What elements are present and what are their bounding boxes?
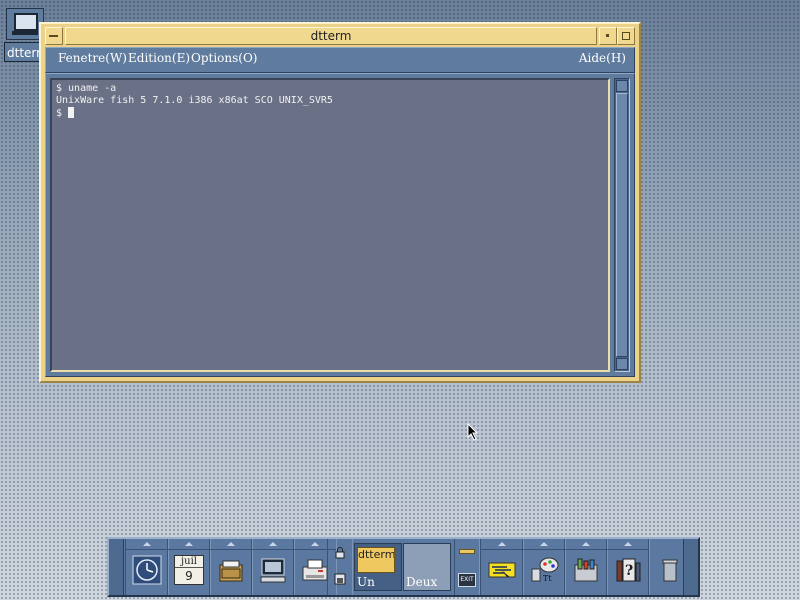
calendar-icon[interactable]: juil 9: [174, 555, 204, 585]
mailer-slot[interactable]: [480, 539, 524, 595]
terminal-area[interactable]: $ uname -a UnixWare fish 5 7.1.0 i386 x86…: [50, 78, 610, 372]
computer-icon[interactable]: [258, 555, 288, 585]
minimize-button[interactable]: [599, 27, 617, 45]
workspace-button-deux[interactable]: Deux: [403, 543, 451, 591]
mail-icon[interactable]: [487, 555, 517, 585]
trash-can-icon[interactable]: [655, 555, 685, 585]
menu-bar: Fenetre(W) Edition(E) Options(O) Aide(H): [45, 47, 635, 73]
application-manager-icon[interactable]: [571, 555, 601, 585]
svg-text:Tt: Tt: [543, 574, 552, 583]
lock-exit-slot: [327, 539, 353, 595]
lock-icon[interactable]: [334, 547, 346, 559]
terminal-frame: $ uname -a UnixWare fish 5 7.1.0 i386 x86…: [45, 73, 635, 377]
workspace-thumbnail: dtterm: [357, 547, 395, 573]
terminal-prompt-line: $: [56, 107, 604, 120]
file-cabinet-icon[interactable]: [216, 555, 246, 585]
svg-text:?: ?: [625, 563, 633, 579]
help-icon[interactable]: ?: [613, 555, 643, 585]
clock-slot[interactable]: [125, 539, 169, 595]
terminal-prompt: $: [56, 108, 69, 119]
desktop-icon-dtterm[interactable]: dtterm: [4, 8, 44, 62]
trash-slot[interactable]: [648, 539, 688, 595]
menu-options[interactable]: Options(O): [191, 51, 258, 65]
calendar-slot[interactable]: juil 9: [167, 539, 211, 595]
panel-move-handle-right[interactable]: [683, 539, 698, 595]
panel-move-handle-left[interactable]: [109, 539, 124, 595]
window-menu-button[interactable]: [45, 27, 63, 45]
printer-icon[interactable]: [300, 555, 330, 585]
text-cursor: [68, 107, 75, 118]
workspace-label: Deux: [406, 575, 438, 589]
exit-button[interactable]: EXIT: [458, 573, 476, 587]
app-manager-slot[interactable]: [564, 539, 608, 595]
terminal-line: $ uname -a: [56, 83, 117, 94]
dtterm-window: dtterm Fenetre(W) Edition(E) Options(O) …: [39, 22, 641, 383]
mouse-pointer-icon: [467, 423, 479, 441]
front-panel: juil 9 dtterm Un Deux EXIT Tt ?: [107, 537, 700, 597]
terminal-line: UnixWare fish 5 7.1.0 i386 x86at SCO UNI…: [56, 95, 333, 106]
workspace-button-un[interactable]: dtterm Un: [354, 543, 402, 591]
calendar-day: 9: [185, 569, 193, 583]
clock-icon[interactable]: [132, 555, 162, 585]
desktop-icon-label: dtterm: [4, 42, 44, 62]
help-slot[interactable]: ?: [606, 539, 650, 595]
file-manager-slot[interactable]: [209, 539, 253, 595]
scroll-thumb[interactable]: [616, 93, 628, 357]
style-manager-icon[interactable]: Tt: [529, 555, 559, 585]
menu-aide[interactable]: Aide(H): [579, 51, 626, 65]
workspace-label: Un: [357, 575, 375, 589]
exit-slot: EXIT: [454, 539, 480, 595]
menu-edition[interactable]: Edition(E): [128, 51, 190, 65]
vertical-scrollbar[interactable]: [614, 78, 630, 372]
window-title[interactable]: dtterm: [65, 27, 597, 45]
calendar-month: juil: [175, 556, 203, 568]
title-bar[interactable]: dtterm: [45, 27, 635, 45]
terminal-launcher-slot[interactable]: [251, 539, 295, 595]
style-manager-slot[interactable]: Tt: [522, 539, 566, 595]
scroll-up-arrow-icon[interactable]: [616, 80, 628, 92]
window-list-icon[interactable]: [334, 573, 346, 585]
menu-fenetre[interactable]: Fenetre(W): [58, 51, 127, 65]
maximize-button[interactable]: [617, 27, 635, 45]
scroll-down-arrow-icon[interactable]: [616, 358, 628, 370]
busy-light-icon: [459, 549, 475, 554]
